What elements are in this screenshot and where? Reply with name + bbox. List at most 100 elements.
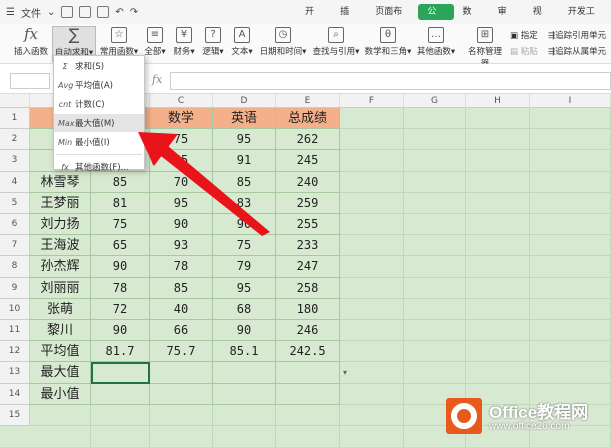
row-header-9[interactable]: 9 xyxy=(0,277,30,299)
row-header-8[interactable]: 8 xyxy=(0,256,30,278)
formula-input[interactable] xyxy=(170,72,611,90)
tab-review[interactable]: 审阅 xyxy=(489,0,524,41)
other-functions-button[interactable]: … 其他函数▾ xyxy=(414,26,458,62)
file-menu[interactable]: 文件 xyxy=(21,5,41,20)
table-cell[interactable]: 66 xyxy=(150,320,213,342)
trace-precedents-button[interactable]: ⇶追踪引用单元 xyxy=(548,29,606,41)
table-cell[interactable]: 65 xyxy=(150,150,213,172)
table-cell[interactable]: 90 xyxy=(213,320,276,342)
table-cell[interactable] xyxy=(150,383,213,405)
row-header-4[interactable]: 4 xyxy=(0,171,30,193)
tab-page-layout[interactable]: 页面布局 xyxy=(366,0,418,41)
menu-item-max[interactable]: Max 最大值(M) xyxy=(54,114,144,132)
table-cell[interactable]: 75 xyxy=(91,214,150,236)
table-cell[interactable]: 259 xyxy=(276,192,340,214)
table-cell[interactable]: 247 xyxy=(276,256,340,278)
table-cell[interactable] xyxy=(213,383,276,405)
math-button[interactable]: θ 数学和三角▾ xyxy=(364,26,412,62)
chevron-down-icon[interactable]: ⌄ xyxy=(47,7,55,18)
table-cell[interactable]: 平均值 xyxy=(30,341,91,363)
menu-icon[interactable]: ☰ xyxy=(6,7,15,18)
column-header-C[interactable]: C xyxy=(150,94,213,108)
print-icon[interactable] xyxy=(79,6,92,18)
text-button[interactable]: A 文本▾ xyxy=(229,26,255,62)
row-header-1[interactable]: 1 xyxy=(0,108,30,130)
table-cell[interactable]: 95 xyxy=(213,277,276,299)
selected-cell[interactable] xyxy=(91,362,150,384)
row-header-11[interactable]: 11 xyxy=(0,320,30,342)
table-cell[interactable] xyxy=(91,383,150,405)
menu-item-average[interactable]: Avg 平均值(A) xyxy=(54,76,144,94)
table-cell[interactable]: 258 xyxy=(276,277,340,299)
menu-item-min[interactable]: Min 最小值(I) xyxy=(54,133,144,151)
finance-button[interactable]: ¥ 财务▾ xyxy=(171,26,197,62)
table-cell[interactable]: 孙杰辉 xyxy=(30,256,91,278)
row-header-6[interactable]: 6 xyxy=(0,214,30,236)
select-all-corner[interactable] xyxy=(0,94,30,108)
table-cell[interactable]: 180 xyxy=(276,298,340,320)
column-header-G[interactable]: G xyxy=(404,94,466,108)
tab-start[interactable]: 开始 xyxy=(296,0,331,41)
table-cell[interactable]: 81.7 xyxy=(91,341,150,363)
menu-item-other-functions[interactable]: fx 其他函数(F)... xyxy=(54,158,144,176)
logic-button[interactable]: ? 逻辑▾ xyxy=(200,26,226,62)
row-header-2[interactable]: 2 xyxy=(0,129,30,151)
table-cell[interactable]: 78 xyxy=(150,256,213,278)
row-header-15[interactable]: 15 xyxy=(0,404,30,426)
table-cell[interactable]: 英语 xyxy=(213,108,276,130)
tab-formulas[interactable]: 公式 xyxy=(418,4,454,33)
table-cell[interactable]: 91 xyxy=(213,150,276,172)
all-functions-button[interactable]: ≡ 全部▾ xyxy=(142,26,168,62)
table-cell[interactable]: 王梦丽 xyxy=(30,192,91,214)
trace-dependents-button[interactable]: ⇶追踪从属单元 xyxy=(548,45,606,57)
undo-icon[interactable]: ↶ xyxy=(115,7,123,18)
table-cell[interactable]: 75 xyxy=(150,129,213,151)
datetime-button[interactable]: ◷ 日期和时间▾ xyxy=(258,26,308,62)
table-cell[interactable]: 最大值 xyxy=(30,362,91,384)
table-cell[interactable]: 总成绩 xyxy=(276,108,340,130)
table-cell[interactable]: 262 xyxy=(276,129,340,151)
column-header-H[interactable]: H xyxy=(466,94,530,108)
table-cell[interactable]: 72 xyxy=(91,298,150,320)
table-cell[interactable]: 245 xyxy=(276,150,340,172)
table-cell[interactable]: 90 xyxy=(91,320,150,342)
table-cell[interactable]: 数学 xyxy=(150,108,213,130)
table-cell[interactable]: 75 xyxy=(213,235,276,257)
table-cell[interactable]: 242.5 xyxy=(276,341,340,363)
name-manager-button[interactable]: ⊞ 名称管理器 xyxy=(464,26,506,69)
table-cell[interactable]: 黎川 xyxy=(30,320,91,342)
table-cell[interactable]: 81 xyxy=(91,192,150,214)
table-cell[interactable]: 70 xyxy=(150,171,213,193)
table-cell[interactable]: 93 xyxy=(150,235,213,257)
column-header-F[interactable]: F xyxy=(340,94,404,108)
table-cell[interactable]: 40 xyxy=(150,298,213,320)
tab-data[interactable]: 数据 xyxy=(454,0,489,41)
save-icon[interactable] xyxy=(61,6,74,18)
table-cell[interactable]: 刘力扬 xyxy=(30,214,91,236)
lookup-button[interactable]: ⌕ 查找与引用▾ xyxy=(310,26,362,62)
table-cell[interactable]: 233 xyxy=(276,235,340,257)
column-header-I[interactable]: I xyxy=(530,94,611,108)
row-header-12[interactable]: 12 xyxy=(0,341,30,363)
table-cell[interactable] xyxy=(276,362,340,384)
table-cell[interactable]: 83 xyxy=(213,192,276,214)
insert-function-button[interactable]: fx 插入函数 xyxy=(12,26,50,62)
row-header-5[interactable]: 5 xyxy=(0,192,30,214)
table-cell[interactable]: 90 xyxy=(213,214,276,236)
table-cell[interactable]: 240 xyxy=(276,171,340,193)
table-cell[interactable]: 246 xyxy=(276,320,340,342)
row-header-14[interactable]: 14 xyxy=(0,383,30,405)
row-header-10[interactable]: 10 xyxy=(0,298,30,320)
table-cell[interactable]: 张萌 xyxy=(30,298,91,320)
name-box[interactable] xyxy=(10,73,50,89)
table-cell[interactable]: 65 xyxy=(91,235,150,257)
row-header-3[interactable]: 3 xyxy=(0,150,30,172)
paste-button[interactable]: ▤ 粘贴 xyxy=(510,45,538,57)
table-cell[interactable]: 95 xyxy=(150,192,213,214)
table-cell[interactable] xyxy=(150,362,213,384)
row-header-7[interactable]: 7 xyxy=(0,235,30,257)
table-cell[interactable]: 68 xyxy=(213,298,276,320)
tab-developer[interactable]: 开发工具 xyxy=(559,0,611,41)
redo-icon[interactable]: ↷ xyxy=(130,7,138,18)
table-cell[interactable]: 79 xyxy=(213,256,276,278)
